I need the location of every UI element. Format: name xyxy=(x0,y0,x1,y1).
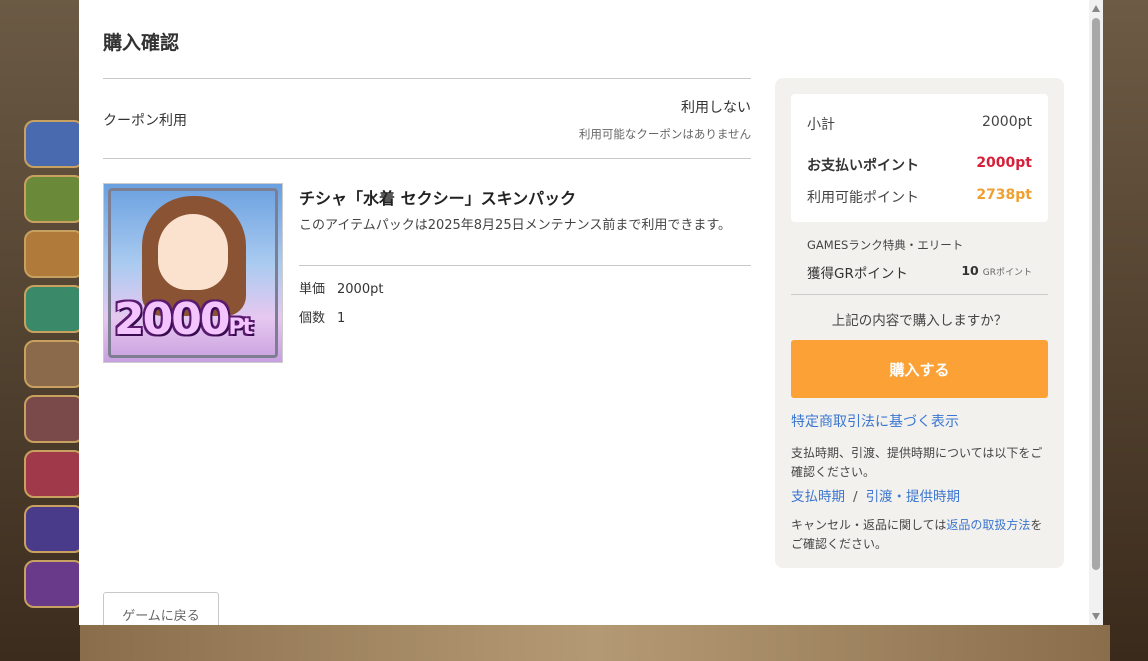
quantity-value: 1 xyxy=(337,311,346,326)
game-side-menu xyxy=(0,0,84,661)
coupon-select[interactable]: 利用しない xyxy=(681,97,751,117)
gr-points-label: 獲得GRポイント xyxy=(807,266,908,282)
confirm-question: 上記の内容で購入しますか？ xyxy=(831,313,1008,329)
divider xyxy=(103,78,751,79)
coupon-label: クーポン利用 xyxy=(103,113,187,129)
game-menu-icon[interactable] xyxy=(24,505,84,553)
game-menu-icon[interactable] xyxy=(24,395,84,443)
divider xyxy=(103,158,751,159)
scroll-down-icon[interactable] xyxy=(1092,613,1100,620)
unit-price-row: 単価 2000pt xyxy=(299,282,384,297)
points-summary-box: 小計 2000pt お支払いポイント 2000pt 利用可能ポイント 2738p… xyxy=(791,94,1048,222)
subtotal-row: 小計 2000pt xyxy=(807,114,1032,133)
thumbnail-points-text: 2000Pt xyxy=(114,294,253,345)
scroll-thumb[interactable] xyxy=(1092,18,1100,570)
game-menu-icon[interactable] xyxy=(24,120,84,168)
game-menu-icon[interactable] xyxy=(24,450,84,498)
available-points-row: 利用可能ポイント 2738pt xyxy=(807,187,1032,206)
cancel-note: キャンセル・返品に関しては返品の取扱方法をご確認ください。 xyxy=(791,518,1043,551)
game-menu-icon[interactable] xyxy=(24,560,84,608)
payment-row: お支払いポイント 2000pt xyxy=(807,155,1032,174)
legal-notice-link[interactable]: 特定商取引法に基づく表示 xyxy=(791,411,959,431)
modal-scrollbar[interactable] xyxy=(1089,0,1103,625)
payment-timing-link[interactable]: 支払時期 xyxy=(791,489,845,505)
purchase-confirm-modal: 購入確認 クーポン利用 利用しない 利用可能なクーポンはありません 2000Pt… xyxy=(79,0,1103,625)
return-policy-link[interactable]: 返品の取扱方法 xyxy=(946,518,1030,532)
item-name: チシャ「水着 セクシー」スキンパック xyxy=(299,189,577,208)
game-menu-icon[interactable] xyxy=(24,175,84,223)
available-points-value: 2738pt xyxy=(976,187,1032,203)
gr-points-value: 10 GRポイント xyxy=(961,263,1032,278)
quantity-row: 個数 1 xyxy=(299,311,346,326)
delivery-timing-link[interactable]: 引渡・提供時期 xyxy=(866,489,961,505)
item-description: このアイテムパックは2025年8月25日メンテナンス前まで利用できます。 xyxy=(299,218,732,233)
item-thumbnail: 2000Pt xyxy=(103,183,283,363)
game-menu-icon[interactable] xyxy=(24,340,84,388)
rank-benefit: GAMESランク特典・エリート xyxy=(807,238,964,252)
summary-panel: 小計 2000pt お支払いポイント 2000pt 利用可能ポイント 2738p… xyxy=(775,78,1064,568)
purchase-button[interactable]: 購入する xyxy=(791,340,1048,398)
game-menu-icon[interactable] xyxy=(24,230,84,278)
timing-links: 支払時期 / 引渡・提供時期 xyxy=(791,489,961,505)
payment-timing-note: 支払時期、引渡、提供時期については以下をご確認ください。 xyxy=(791,446,1043,479)
coupon-note: 利用可能なクーポンはありません xyxy=(578,127,751,141)
divider xyxy=(791,294,1048,295)
game-menu-icon[interactable] xyxy=(24,285,84,333)
divider xyxy=(299,265,751,266)
modal-title: 購入確認 xyxy=(103,32,180,54)
game-bottom-bar xyxy=(80,625,1110,661)
back-to-game-button[interactable]: ゲームに戻る xyxy=(103,592,219,625)
payment-value: 2000pt xyxy=(976,155,1032,171)
scroll-up-icon[interactable] xyxy=(1092,5,1100,12)
game-right-edge xyxy=(1102,0,1148,661)
subtotal-value: 2000pt xyxy=(981,114,1032,130)
unit-price-value: 2000pt xyxy=(337,282,384,297)
